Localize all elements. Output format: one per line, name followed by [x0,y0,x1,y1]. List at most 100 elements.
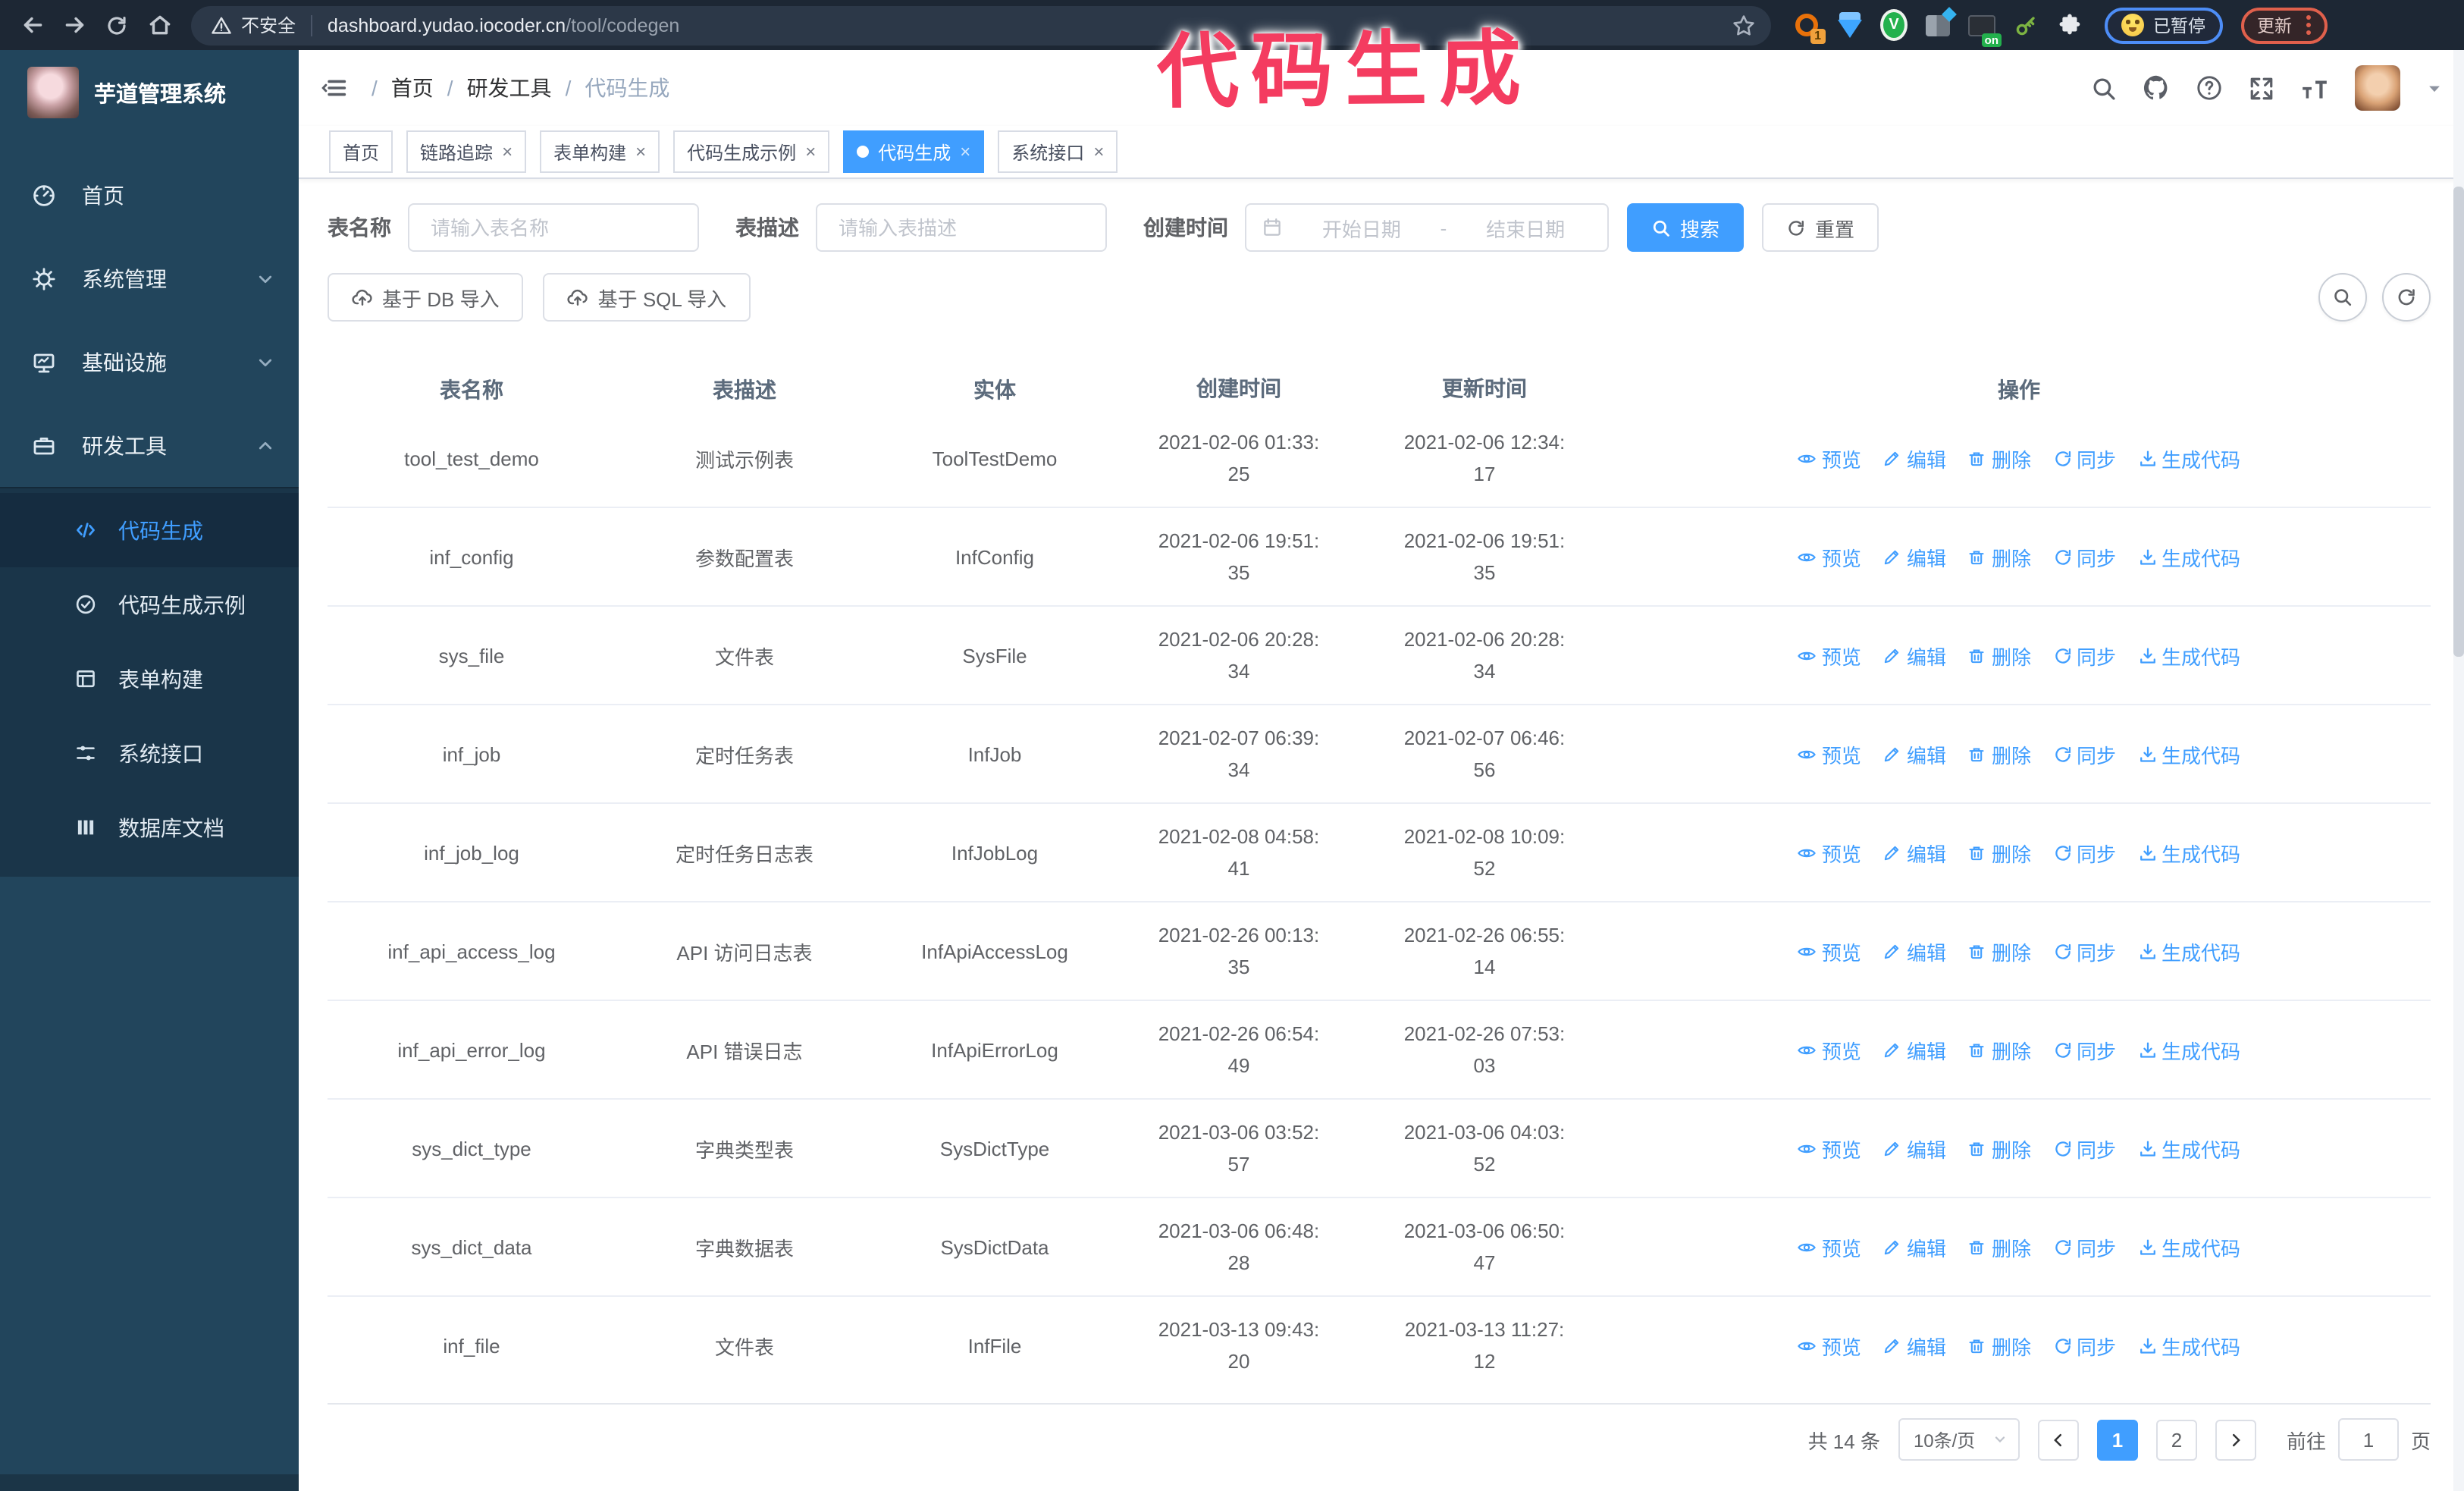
profile-paused-chip[interactable]: 已暂停 [2105,7,2222,43]
help-icon[interactable] [2196,74,2223,102]
generate-code-action[interactable]: 生成代码 [2137,739,2240,768]
page-scrollbar[interactable] [2453,50,2464,1491]
generate-code-action[interactable]: 生成代码 [2137,937,2240,965]
sync-action[interactable]: 同步 [2052,641,2116,670]
delete-action[interactable]: 删除 [1967,641,2031,670]
refresh-table-icon[interactable] [2382,273,2431,322]
sidebar-submenu-item[interactable]: 数据库文档 [0,790,299,865]
breadcrumb-item[interactable]: / 首页 [371,73,434,103]
preview-action[interactable]: 预览 [1798,739,1861,768]
delete-action[interactable]: 删除 [1967,838,2031,867]
browser-home-icon[interactable] [140,5,179,45]
sidebar-toggle-icon[interactable] [321,74,349,102]
sync-action[interactable]: 同步 [2052,1035,2116,1064]
sync-action[interactable]: 同步 [2052,739,2116,768]
tag-view-tab[interactable]: 表单构建 × [540,130,660,173]
sync-action[interactable]: 同步 [2052,1232,2116,1261]
orange-ring-extension-icon[interactable]: 1 [1792,11,1826,43]
sidebar-submenu-item[interactable]: 表单构建 [0,642,299,716]
generate-code-action[interactable]: 生成代码 [2137,838,2240,867]
search-button[interactable]: 搜索 [1627,203,1745,252]
preview-action[interactable]: 预览 [1798,937,1861,965]
preview-action[interactable]: 预览 [1798,1035,1861,1064]
search-icon[interactable] [2091,75,2117,101]
edit-action[interactable]: 编辑 [1882,641,1946,670]
delete-action[interactable]: 删除 [1967,937,2031,965]
toggle-search-icon[interactable] [2318,273,2367,322]
edit-action[interactable]: 编辑 [1882,1134,1946,1163]
sidebar-submenu-item[interactable]: 系统接口 [0,716,299,790]
sidebar-logo-row[interactable]: 芋道管理系统 [0,50,299,135]
browser-menu-icon[interactable] [2306,15,2310,35]
browser-forward-icon[interactable] [55,5,94,45]
date-range-picker[interactable]: 开始日期 - 结束日期 [1245,203,1609,252]
generate-code-action[interactable]: 生成代码 [2137,444,2240,472]
tag-view-tab[interactable]: 链路追踪 × [406,130,527,173]
import-sql-button[interactable]: 基于 SQL 导入 [543,273,751,322]
generate-code-action[interactable]: 生成代码 [2137,641,2240,670]
key-extension-icon[interactable] [2012,11,2039,39]
edit-action[interactable]: 编辑 [1882,1331,1946,1360]
sidebar-submenu-item[interactable]: 代码生成示例 [0,567,299,642]
prev-page-button[interactable] [2037,1419,2079,1460]
browser-back-icon[interactable] [12,5,52,45]
fullscreen-icon[interactable] [2249,75,2274,101]
delete-action[interactable]: 删除 [1967,1134,2031,1163]
import-db-button[interactable]: 基于 DB 导入 [328,273,524,322]
generate-code-action[interactable]: 生成代码 [2137,1035,2240,1064]
start-date-placeholder[interactable]: 开始日期 [1295,213,1428,242]
sidebar-menu-item[interactable]: 系统管理 [0,237,299,320]
preview-action[interactable]: 预览 [1798,1134,1861,1163]
address-bar[interactable]: 不安全 dashboard.yudao.iocoder.cn/tool/code… [191,5,1771,45]
tag-view-tab[interactable]: 代码生成 × [843,130,985,173]
sync-action[interactable]: 同步 [2052,1134,2116,1163]
breadcrumb-item[interactable]: / 研发工具 [447,73,552,103]
generate-code-action[interactable]: 生成代码 [2137,1232,2240,1261]
extensions-puzzle-icon[interactable] [2056,11,2083,39]
green-shield-extension-icon[interactable]: V [1880,9,1908,41]
delete-action[interactable]: 删除 [1967,1331,2031,1360]
generate-code-action[interactable]: 生成代码 [2137,1134,2240,1163]
delete-action[interactable]: 删除 [1967,542,2031,571]
edit-action[interactable]: 编辑 [1882,444,1946,472]
preview-action[interactable]: 预览 [1798,1331,1861,1360]
sidebar-menu-item[interactable]: 研发工具 [0,403,299,487]
preview-action[interactable]: 预览 [1798,444,1861,472]
generate-code-action[interactable]: 生成代码 [2137,542,2240,571]
edit-action[interactable]: 编辑 [1882,838,1946,867]
page-number-button[interactable]: 2 [2155,1419,2197,1460]
chevron-down-icon[interactable] [2426,80,2443,96]
tag-view-tab[interactable]: 系统接口 × [998,130,1118,173]
table-name-input[interactable] [428,215,679,240]
sidebar-menu-item[interactable]: 基础设施 [0,320,299,403]
delete-action[interactable]: 删除 [1967,444,2031,472]
blue-gem-extension-icon[interactable] [1836,11,1864,39]
breadcrumb-item[interactable]: / 代码生成 [566,73,670,103]
delete-action[interactable]: 删除 [1967,1035,2031,1064]
close-icon[interactable]: × [805,143,816,161]
preview-action[interactable]: 预览 [1798,838,1861,867]
sync-action[interactable]: 同步 [2052,937,2116,965]
edit-action[interactable]: 编辑 [1882,739,1946,768]
close-icon[interactable]: × [502,143,513,161]
reset-button[interactable]: 重置 [1762,203,1879,252]
terminal-extension-icon[interactable]: on [1968,11,2002,46]
font-size-icon[interactable] [2300,75,2329,101]
edit-action[interactable]: 编辑 [1882,542,1946,571]
edit-action[interactable]: 编辑 [1882,1035,1946,1064]
sync-action[interactable]: 同步 [2052,838,2116,867]
sidebar-submenu-item[interactable]: 代码生成 [0,493,299,567]
tag-view-tab[interactable]: 代码生成示例 × [673,130,830,173]
tag-view-tab[interactable]: 首页 × [329,130,393,173]
next-page-button[interactable] [2215,1419,2256,1460]
close-icon[interactable]: × [1093,143,1104,161]
preview-action[interactable]: 预览 [1798,542,1861,571]
table-desc-input[interactable] [835,215,1087,240]
scrollbar-thumb[interactable] [2453,187,2464,657]
generate-code-action[interactable]: 生成代码 [2137,1331,2240,1360]
delete-action[interactable]: 删除 [1967,1232,2031,1261]
goto-page-input[interactable] [2337,1418,2399,1461]
delete-action[interactable]: 删除 [1967,739,2031,768]
github-icon[interactable] [2143,74,2170,102]
sync-action[interactable]: 同步 [2052,1331,2116,1360]
